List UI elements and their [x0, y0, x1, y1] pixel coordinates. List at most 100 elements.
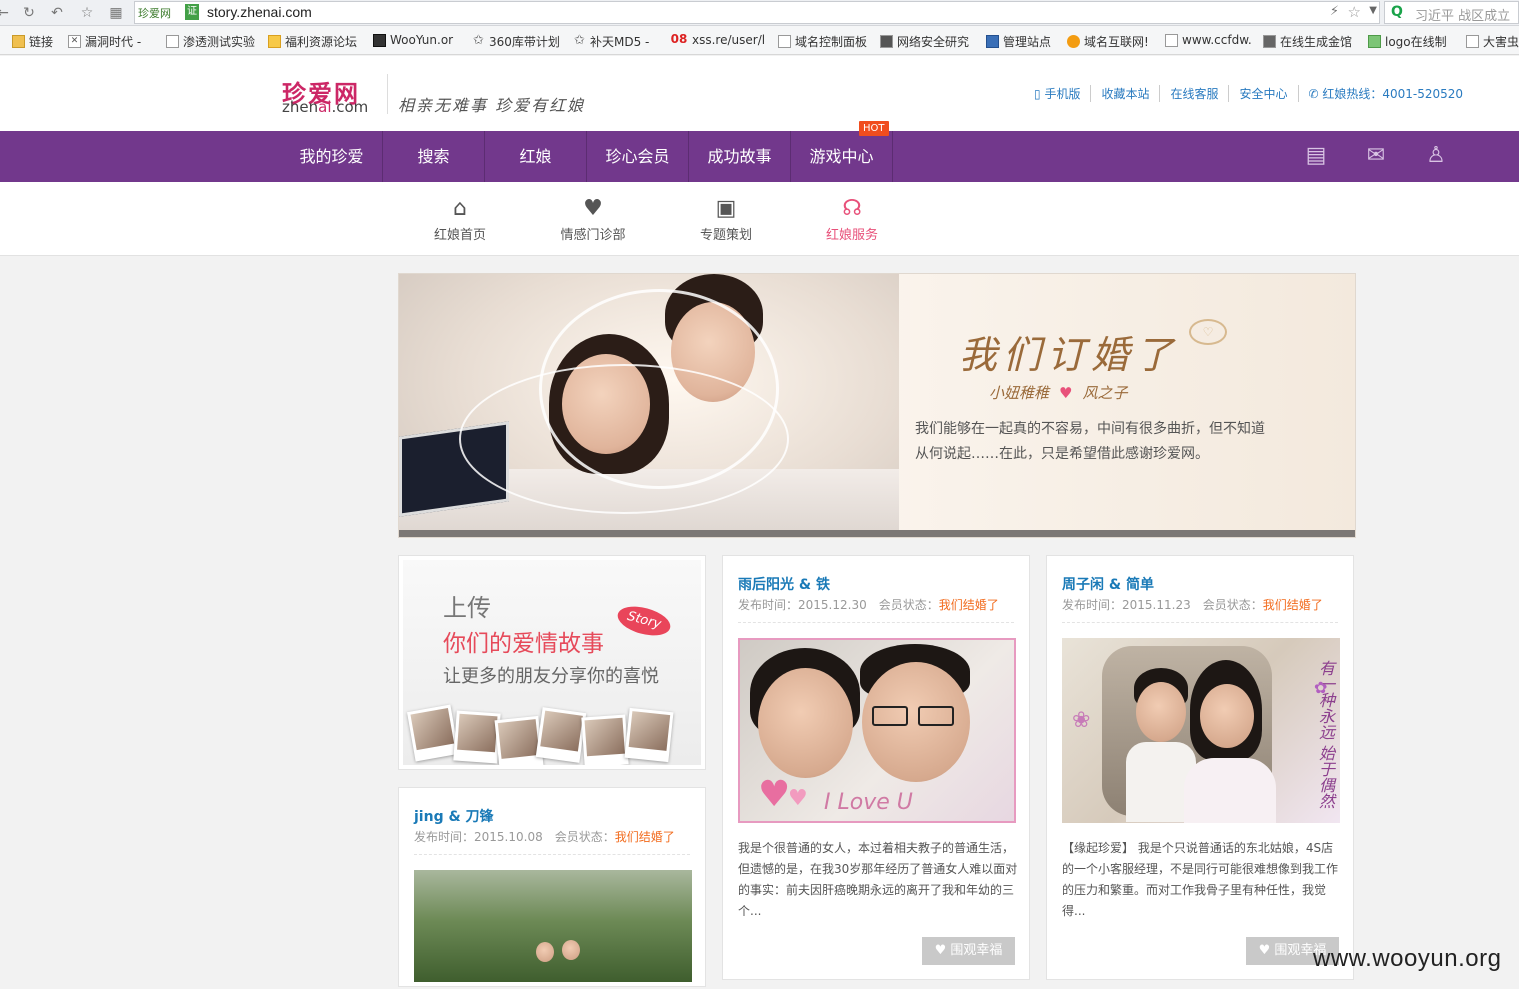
- subnav-matchmaker-service[interactable]: ☊ 红娘服务: [797, 196, 907, 243]
- bookmark-item[interactable]: 域名控制面板: [778, 33, 867, 50]
- divider: [1062, 622, 1338, 623]
- bookmark-item[interactable]: 福利资源论坛: [268, 33, 357, 50]
- heart-icon: ♥: [934, 943, 947, 958]
- watch-happiness-button[interactable]: ♥ 围观幸福: [922, 937, 1015, 965]
- notes-icon[interactable]: ▤: [1303, 143, 1329, 169]
- bookmark-item[interactable]: 大害虫: [1466, 33, 1519, 50]
- search-input[interactable]: 习近平 战区成立: [1415, 5, 1510, 24]
- hotline-link[interactable]: ✆ 红娘热线：4001-520520: [1297, 85, 1474, 102]
- story-meta: 发布时间：2015.12.30 会员状态：我们结婚了: [738, 598, 999, 612]
- story-title[interactable]: 雨后阳光 & 铁: [738, 574, 830, 594]
- bookmark-item[interactable]: 链接: [12, 33, 53, 50]
- xss-favicon-icon: 08: [670, 31, 688, 46]
- star-icon: ✩: [473, 33, 484, 48]
- story-photo[interactable]: 有一种永远 始于偶然 ✿ ❀: [1062, 638, 1340, 823]
- nav-search[interactable]: 搜索: [383, 131, 485, 182]
- speed-mode-icon[interactable]: ⚡: [1330, 4, 1339, 19]
- mail-icon[interactable]: ✉: [1363, 143, 1389, 169]
- woman-face: [758, 668, 853, 778]
- nav-success-stories[interactable]: 成功故事: [689, 131, 791, 182]
- heart-icon: ♥: [788, 786, 808, 811]
- apps-grid-icon[interactable]: ▦: [107, 4, 125, 22]
- address-bar[interactable]: 珍爱网 证 story.zhenai.com ⚡ ☆ ▼: [134, 1, 1380, 24]
- nav-matchmaker[interactable]: 红娘: [485, 131, 587, 182]
- bookmark-item[interactable]: ✩ 补天MD5 -: [573, 33, 649, 50]
- nav-game-center[interactable]: 游戏中心: [791, 131, 893, 182]
- nav-premium-member[interactable]: 珍心会员: [587, 131, 689, 182]
- online-service-link[interactable]: 在线客服: [1159, 85, 1228, 102]
- photo-caption: I Love U: [824, 790, 913, 815]
- polaroid-photo: [581, 714, 629, 765]
- bookmark-item[interactable]: 渗透测试实验: [166, 33, 255, 50]
- ev-cert-icon[interactable]: 证: [185, 4, 199, 20]
- story-title[interactable]: jing & 刀锋: [414, 806, 494, 826]
- bookmark-item[interactable]: WooYun.or: [373, 33, 453, 47]
- mobile-link[interactable]: ▯ 手机版: [1034, 85, 1090, 102]
- story-meta: 发布时间：2015.10.08 会员状态：我们结婚了: [414, 830, 675, 844]
- story-photo[interactable]: ♥ ♥ I Love U: [738, 638, 1016, 823]
- search-engine-icon: Q: [1391, 4, 1403, 20]
- butterfly-icon: ✿: [1314, 678, 1328, 697]
- polaroid-photo: [494, 715, 544, 765]
- site-favicon-icon: [1368, 35, 1381, 48]
- user-icon[interactable]: ♙: [1423, 143, 1449, 169]
- upload-story-banner[interactable]: 上传 你们的爱情故事 让更多的朋友分享你的喜悦 Story: [403, 560, 701, 765]
- bookmark-item[interactable]: ✕ 漏洞时代 -: [68, 33, 141, 50]
- bookmark-item[interactable]: 在线生成金馆: [1263, 33, 1352, 50]
- bookmark-item[interactable]: ✩ 360库带计划: [472, 33, 560, 50]
- subnav-topics[interactable]: ▣ 专题策划: [671, 196, 781, 243]
- undo-icon[interactable]: ↶: [48, 4, 66, 22]
- site-favicon-icon: [1263, 35, 1276, 48]
- top-links: ▯ 手机版 收藏本站 在线客服 安全中心 ✆ 红娘热线：4001-520520: [1034, 85, 1473, 102]
- bride-face: [1200, 684, 1254, 748]
- site-favicon-icon: [268, 35, 281, 48]
- site-logo-domain[interactable]: zhenai.com: [282, 98, 368, 116]
- telephone-icon: ✆: [1308, 87, 1319, 101]
- subnav-emotion-clinic[interactable]: ♥ 情感门诊部: [538, 196, 648, 243]
- glasses: [872, 706, 908, 726]
- story-card[interactable]: 周子闲 & 简单 发布时间：2015.11.23 会员状态：我们结婚了 有一种永远…: [1046, 555, 1354, 980]
- bookmark-item[interactable]: logo在线制: [1368, 33, 1447, 50]
- favorite-star-icon[interactable]: ☆: [78, 4, 96, 22]
- person-figure: [536, 942, 554, 962]
- site-header: 珍爱网 zhenai.com 相亲无难事 珍爱有红娘 ▯ 手机版 收藏本站 在线…: [0, 56, 1519, 131]
- hot-badge: HOT: [859, 121, 889, 136]
- story-banner[interactable]: 我们订婚了 ♡ 小妞稚稚 ♥ 风之子 我们能够在一起真的不容易，中间有很多曲折，但不…: [398, 273, 1356, 538]
- upload-story-card[interactable]: 上传 你们的爱情故事 让更多的朋友分享你的喜悦 Story: [398, 555, 706, 770]
- story-card[interactable]: 雨后阳光 & 铁 发布时间：2015.12.30 会员状态：我们结婚了 ♥ ♥ I…: [722, 555, 1030, 980]
- main-nav: 我的珍爱 搜索 红娘 珍心会员 成功故事 游戏中心 HOT ▤ ✉ ♙: [0, 121, 1519, 182]
- story-photo[interactable]: [414, 870, 692, 982]
- story-title[interactable]: 周子闲 & 简单: [1062, 574, 1154, 594]
- chevron-down-icon[interactable]: ▼: [1369, 5, 1377, 16]
- nav-my-zhenai[interactable]: 我的珍爱: [281, 131, 383, 182]
- site-tag: 珍爱网: [138, 7, 171, 20]
- back-icon[interactable]: ←: [0, 4, 12, 22]
- security-center-link[interactable]: 安全中心: [1228, 85, 1297, 102]
- subnav-matchmaker-home[interactable]: ⌂ 红娘首页: [405, 196, 515, 243]
- divider: [414, 854, 690, 855]
- browser-search-box[interactable]: Q 习近平 战区成立: [1384, 1, 1519, 24]
- glasses: [918, 706, 954, 726]
- site-favicon-icon: [1067, 35, 1080, 48]
- status-badge: 我们结婚了: [938, 598, 999, 612]
- bookmark-item[interactable]: 域名互联网!: [1067, 33, 1149, 50]
- polaroid-photo: [406, 704, 460, 762]
- refresh-icon[interactable]: ↻: [20, 4, 38, 22]
- upload-tagline: 让更多的朋友分享你的喜悦: [443, 666, 659, 687]
- story-card[interactable]: jing & 刀锋 发布时间：2015.10.08 会员状态：我们结婚了: [398, 787, 706, 987]
- bookmark-item[interactable]: 08 xss.re/user/l: [670, 31, 765, 48]
- heart-icon: ♥: [1059, 384, 1073, 402]
- bookmark-site-link[interactable]: 收藏本站: [1090, 85, 1159, 102]
- bookmark-star-icon[interactable]: ☆: [1348, 3, 1361, 21]
- heart-icon: ♥: [758, 774, 791, 815]
- heart-plus-icon: ♥: [583, 196, 603, 221]
- url-text[interactable]: story.zhenai.com: [207, 4, 312, 20]
- story-excerpt: 我是个很普通的女人，本过着相夫教子的普通生活，但遗憾的是，在我30岁那年经历了普…: [738, 841, 1018, 918]
- heart-icon: ♥: [1258, 943, 1271, 958]
- bookmark-item[interactable]: 网络安全研究: [880, 33, 969, 50]
- bookmark-item[interactable]: 管理站点: [986, 33, 1051, 50]
- bookmark-item[interactable]: www.ccfdw.: [1165, 33, 1252, 47]
- site-favicon-icon: [986, 35, 999, 48]
- status-badge: 我们结婚了: [1262, 598, 1323, 612]
- upload-heading: 上传: [443, 594, 491, 622]
